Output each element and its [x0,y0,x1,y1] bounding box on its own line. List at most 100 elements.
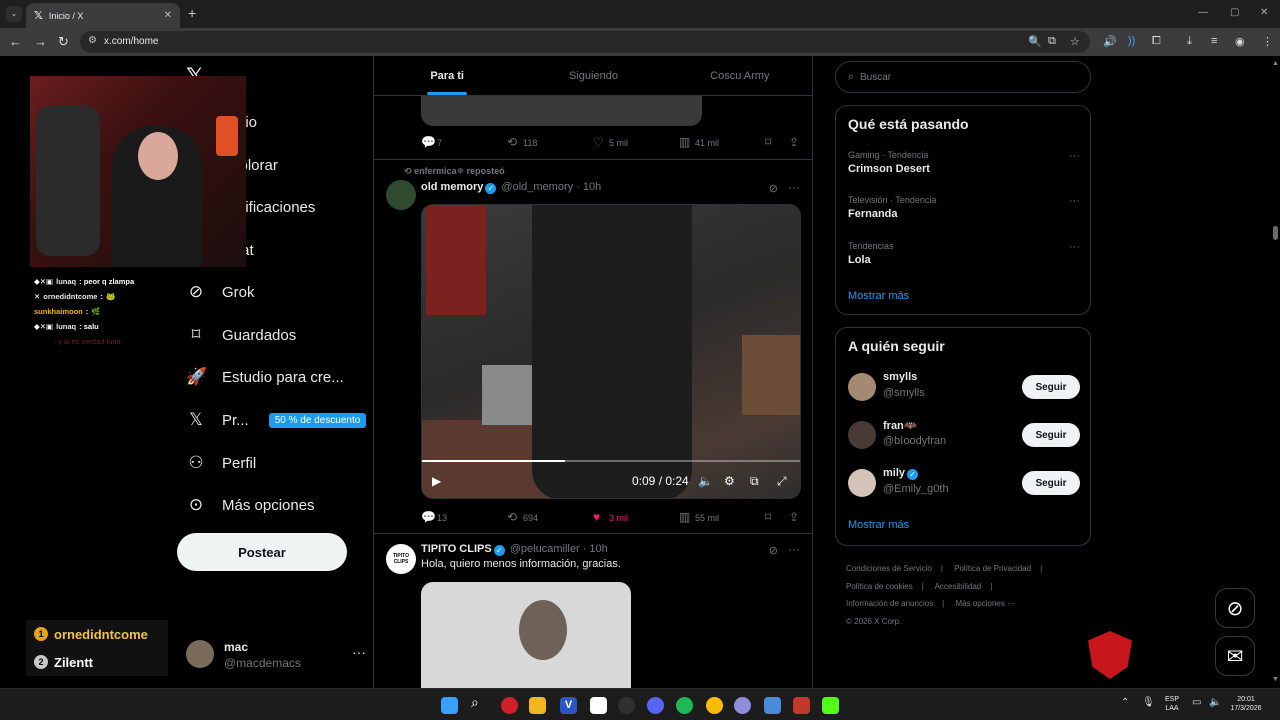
show-more-trends-link[interactable]: Mostrar más [848,290,909,302]
nav-item-premium[interactable]: 𝕏 Pr... 50 % de descuento [186,405,367,435]
reposted-by[interactable]: ⟲ enfermica✵ reposteó [404,166,505,177]
tweet-video[interactable]: ▶ 0:09 / 0:24 🔈 ⚙ ⧉ ⤢ [421,204,801,499]
maximize-button[interactable]: ▢ [1230,7,1239,18]
back-button[interactable]: ← [9,34,22,49]
downloads-icon[interactable]: ⤓ [1187,35,1192,48]
pip-icon[interactable]: ⧉ [750,474,759,489]
zoom-icon[interactable]: 🔍 [1028,35,1042,48]
play-icon[interactable]: ▶ [432,474,441,488]
tweet-author-name[interactable]: old memory [421,181,483,193]
volume-icon[interactable]: 🔈 [698,474,713,488]
close-tab-icon[interactable]: ✕ [164,10,172,21]
start-icon[interactable] [441,697,458,714]
app-icon[interactable] [501,697,518,714]
nav-item-bookmarks[interactable]: ⌑ Guardados [186,320,297,350]
media-icon[interactable]: 🔊 [1103,35,1117,48]
search-input[interactable]: ⌕ Buscar [835,61,1091,93]
tray-expand-icon[interactable]: ⌃ [1121,697,1129,708]
tweet-time[interactable]: · 10h [583,543,608,555]
like-icon[interactable]: ♡ [593,135,604,149]
account-more-icon[interactable]: ··· [352,644,366,660]
chrome-icon[interactable] [706,697,723,714]
page-scrollbar[interactable]: ▲ ▼ [1270,56,1280,688]
tweet-more-icon[interactable]: ··· [788,180,800,194]
bookmark-icon[interactable]: ⌑ [765,135,771,149]
views-icon[interactable]: ▥ [679,135,690,149]
trend-more-icon[interactable]: ··· [1069,195,1080,207]
nav-item-creator-studio[interactable]: 🚀 Estudio para cre... [186,362,344,392]
vegas-icon[interactable]: V [560,697,577,714]
mic-icon[interactable]: 🎙 [1142,697,1155,708]
tab-following[interactable]: Siguiendo [520,56,666,95]
reply-icon[interactable]: 💬 [421,135,436,149]
footer-link[interactable]: Política de Privacidad [954,564,1031,573]
tweet-author-handle[interactable]: @old_memory [501,181,573,193]
tweet-time[interactable]: · 10h [576,181,601,193]
trend-more-icon[interactable]: ··· [1069,150,1080,162]
scrollbar-thumb[interactable] [1273,226,1278,240]
follow-button[interactable]: Seguir [1022,375,1080,399]
address-bar[interactable]: ⚙ x.com/home 🔍 ⧉ ☆ [80,31,1090,53]
follow-button[interactable]: Seguir [1022,423,1080,447]
photos-icon[interactable] [764,697,781,714]
search-icon[interactable]: ⌕ [471,694,488,711]
share-icon[interactable]: ⇪ [789,135,799,149]
tab-for-you[interactable]: Para ti [374,56,520,95]
reply-icon[interactable]: 💬 [421,510,436,524]
messages-float-icon[interactable]: ✉ [1215,636,1255,676]
tweet-avatar[interactable]: TIPITO CLIPS [386,544,416,574]
tweet-more-icon[interactable]: ··· [788,542,800,556]
extensions-icon[interactable]: ⧠ [1152,35,1161,48]
footer-link[interactable]: Condiciones de Servicio [846,564,932,573]
previous-tweet-media[interactable] [421,96,702,126]
footer-link[interactable]: Accesibilidad [935,582,982,591]
bookmark-icon[interactable]: ⌑ [765,510,771,524]
account-switcher[interactable]: mac @macdemacs ··· [186,638,366,678]
reload-button[interactable]: ↻ [58,34,69,50]
share-icon[interactable]: ⇪ [789,510,799,524]
grok-explain-icon[interactable]: ⊘ [769,182,778,195]
views-icon[interactable]: ▥ [679,510,690,524]
site-info-icon[interactable]: ⚙ [88,35,97,46]
liked-heart-icon[interactable]: ♥ [593,510,600,524]
nav-item-more[interactable]: ⊙ Más opciones [186,490,315,520]
post-button[interactable]: Postear [177,533,347,571]
fullscreen-icon[interactable]: ⤢ [777,474,787,489]
video-progress-bar[interactable] [422,460,800,462]
voicemod-icon[interactable] [793,697,810,714]
tweet-author-name[interactable]: TIPITO CLIPS [421,543,492,555]
trend-more-icon[interactable]: ··· [1069,241,1080,253]
extension-audio-icon[interactable]: )) [1128,35,1135,47]
volume-icon[interactable]: 🔈 [1209,697,1221,708]
language-indicator[interactable]: ESP LAA [1160,695,1184,713]
tweet-author-handle[interactable]: @pelucamiller [510,543,580,555]
repost-icon[interactable]: ⟲ [507,135,517,149]
trend-item[interactable]: Tendencias Lola ··· [848,241,1080,271]
tweet-avatar[interactable] [386,180,416,210]
file-explorer-icon[interactable] [529,697,546,714]
follow-button[interactable]: Seguir [1022,471,1080,495]
minimize-button[interactable]: — [1198,7,1208,18]
install-icon[interactable]: ⧉ [1048,35,1056,48]
kick-icon[interactable] [822,697,839,714]
settings-icon[interactable]: ⚙ [724,474,735,488]
spotify-icon[interactable] [676,697,693,714]
discord-icon[interactable] [647,697,664,714]
close-window-button[interactable]: ✕ [1260,7,1268,18]
nav-item-profile[interactable]: ⚇ Perfil [186,448,256,478]
browser-tab[interactable]: 𝕏 Inicio / X ✕ [26,3,180,28]
clock[interactable]: 20:01 17/3/2026 [1224,695,1268,713]
scroll-down-icon[interactable]: ▼ [1272,676,1279,683]
tweet-image[interactable] [421,582,631,688]
trend-item[interactable]: Televisión · Tendencia Fernanda ··· [848,195,1080,225]
browser-menu-icon[interactable]: ⋮ [1262,35,1273,48]
tab-coscu-army[interactable]: Coscu Army [667,56,813,95]
reading-list-icon[interactable]: ≡ [1211,35,1217,47]
profile-icon[interactable]: ◉ [1235,35,1245,48]
app-icon[interactable] [734,697,751,714]
suggested-user[interactable]: fran🦇 @bIoodyfran Seguir [848,419,1080,451]
repost-icon[interactable]: ⟲ [507,510,517,524]
trend-item[interactable]: Gaming · Tendencia Crimson Desert ··· [848,150,1080,180]
forward-button[interactable]: → [34,34,47,49]
notepad-icon[interactable] [590,697,607,714]
